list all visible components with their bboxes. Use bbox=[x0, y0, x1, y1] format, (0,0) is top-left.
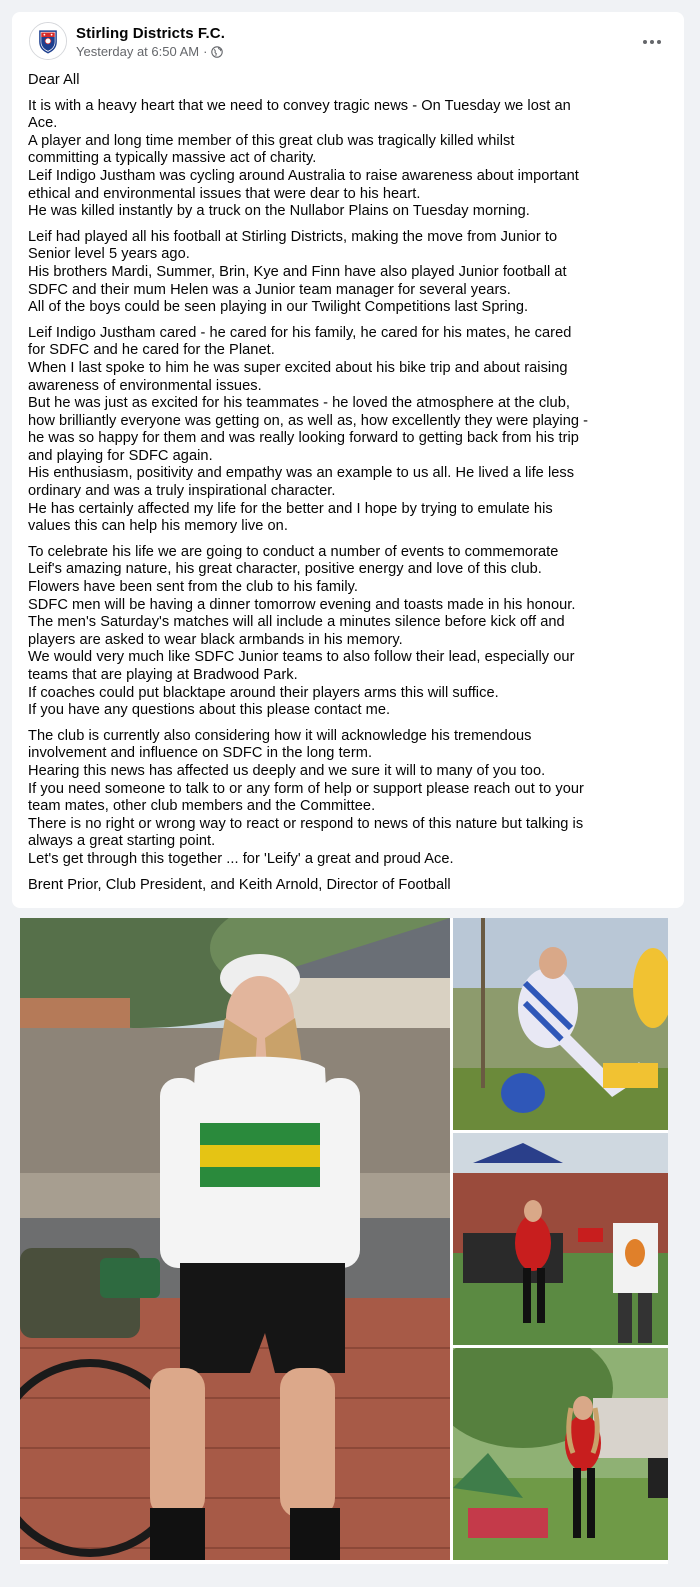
message-line: All of the boys could be seen playing in… bbox=[28, 299, 529, 316]
message-line: If you need someone to talk to or any fo… bbox=[28, 780, 584, 797]
message-line: values this can help his memory live on. bbox=[28, 518, 288, 535]
post-card: Stirling Districts F.C. Yesterday at 6:5… bbox=[12, 12, 684, 908]
post-message: Dear All It is with a heavy heart that we… bbox=[28, 72, 672, 902]
message-line: If you have any questions about this ple… bbox=[28, 702, 391, 719]
message-line: Ace. bbox=[28, 115, 58, 132]
message-line: he was so happy for them and was really … bbox=[28, 430, 579, 447]
photo-party-dance[interactable] bbox=[453, 1133, 668, 1345]
message-line: Brent Prior, Club President, and Keith A… bbox=[28, 876, 451, 893]
message-line: The club is currently also considering h… bbox=[28, 727, 532, 744]
message-line: But he was just as excited for his teamm… bbox=[28, 395, 570, 412]
photo-football-kick[interactable] bbox=[453, 918, 668, 1130]
photo-cyclist[interactable] bbox=[20, 918, 450, 1560]
message-line: always a great starting point. bbox=[28, 833, 216, 850]
message-line: team mates, other club members and the C… bbox=[28, 798, 376, 815]
club-avatar[interactable] bbox=[29, 22, 67, 60]
message-paragraph: Brent Prior, Club President, and Keith A… bbox=[28, 877, 672, 895]
message-line: Leif Indigo Justham was cycling around A… bbox=[28, 167, 579, 184]
message-line: Leif's amazing nature, his great charact… bbox=[28, 561, 542, 578]
message-line: His enthusiasm, positivity and empathy w… bbox=[28, 465, 575, 482]
message-line: ethical and environmental issues that we… bbox=[28, 185, 421, 202]
message-line: Dear All bbox=[28, 72, 80, 88]
message-line: Leif Indigo Justham cared - he cared for… bbox=[28, 324, 572, 341]
message-line: and playing for SDFC again. bbox=[28, 447, 213, 464]
post-header: Stirling Districts F.C. Yesterday at 6:5… bbox=[12, 12, 684, 72]
message-line: players are asked to wear black armbands… bbox=[28, 631, 403, 648]
message-line: how brilliantly everyone was getting on,… bbox=[28, 412, 589, 429]
message-line: To celebrate his life we are going to co… bbox=[28, 543, 559, 560]
message-line: He was killed instantly by a truck on th… bbox=[28, 203, 530, 220]
message-line: It is with a heavy heart that we need to… bbox=[28, 97, 571, 114]
post-meta: Yesterday at 6:50 AM · bbox=[76, 44, 224, 59]
club-crest-icon bbox=[30, 23, 66, 59]
message-line: SDFC men will be having a dinner tomorro… bbox=[28, 596, 576, 613]
message-paragraph: It is with a heavy heart that we need to… bbox=[28, 98, 672, 221]
more-options-icon[interactable] bbox=[634, 30, 670, 54]
globe-icon bbox=[211, 45, 224, 58]
message-line: There is no right or wrong way to react … bbox=[28, 815, 584, 832]
message-line: committing a typically massive act of ch… bbox=[28, 150, 317, 167]
message-line: SDFC and their mum Helen was a Junior te… bbox=[28, 281, 511, 298]
message-paragraph: Dear All bbox=[28, 72, 672, 90]
message-line: The men's Saturday's matches will all in… bbox=[28, 614, 565, 631]
message-line: Hearing this news has affected us deeply… bbox=[28, 762, 546, 779]
page-name[interactable]: Stirling Districts F.C. bbox=[76, 25, 225, 42]
meta-separator: · bbox=[203, 44, 208, 59]
message-line: His brothers Mardi, Summer, Brin, Kye an… bbox=[28, 263, 567, 280]
message-paragraph: Leif Indigo Justham cared - he cared for… bbox=[28, 325, 672, 536]
message-line: When I last spoke to him he was super ex… bbox=[28, 359, 568, 376]
message-line: ordinary and was a truly inspirational c… bbox=[28, 483, 336, 500]
message-line: We would very much like SDFC Junior team… bbox=[28, 649, 575, 666]
photo-grid bbox=[20, 918, 668, 1564]
message-paragraph: The club is currently also considering h… bbox=[28, 728, 672, 869]
message-line: for SDFC and he cared for the Planet. bbox=[28, 342, 275, 359]
message-line: If coaches could put blacktape around th… bbox=[28, 684, 499, 701]
message-line: Let's get through this together ... for … bbox=[28, 850, 454, 867]
post-timestamp[interactable]: Yesterday at 6:50 AM bbox=[76, 44, 199, 59]
message-line: A player and long time member of this gr… bbox=[28, 132, 515, 149]
message-line: teams that are playing at Bradwood Park. bbox=[28, 667, 298, 683]
message-line: involvement and influence on SDFC in the… bbox=[28, 745, 373, 762]
message-paragraph: Leif had played all his football at Stir… bbox=[28, 229, 672, 317]
photo-garden-tents[interactable] bbox=[453, 1348, 668, 1560]
message-line: Flowers have been sent from the club to … bbox=[28, 579, 358, 596]
message-line: Leif had played all his football at Stir… bbox=[28, 228, 558, 245]
message-paragraph: To celebrate his life we are going to co… bbox=[28, 544, 672, 720]
message-line: Senior level 5 years ago. bbox=[28, 246, 190, 263]
message-line: awareness of environmental issues. bbox=[28, 377, 262, 394]
message-line: He has certainly affected my life for th… bbox=[28, 500, 553, 517]
